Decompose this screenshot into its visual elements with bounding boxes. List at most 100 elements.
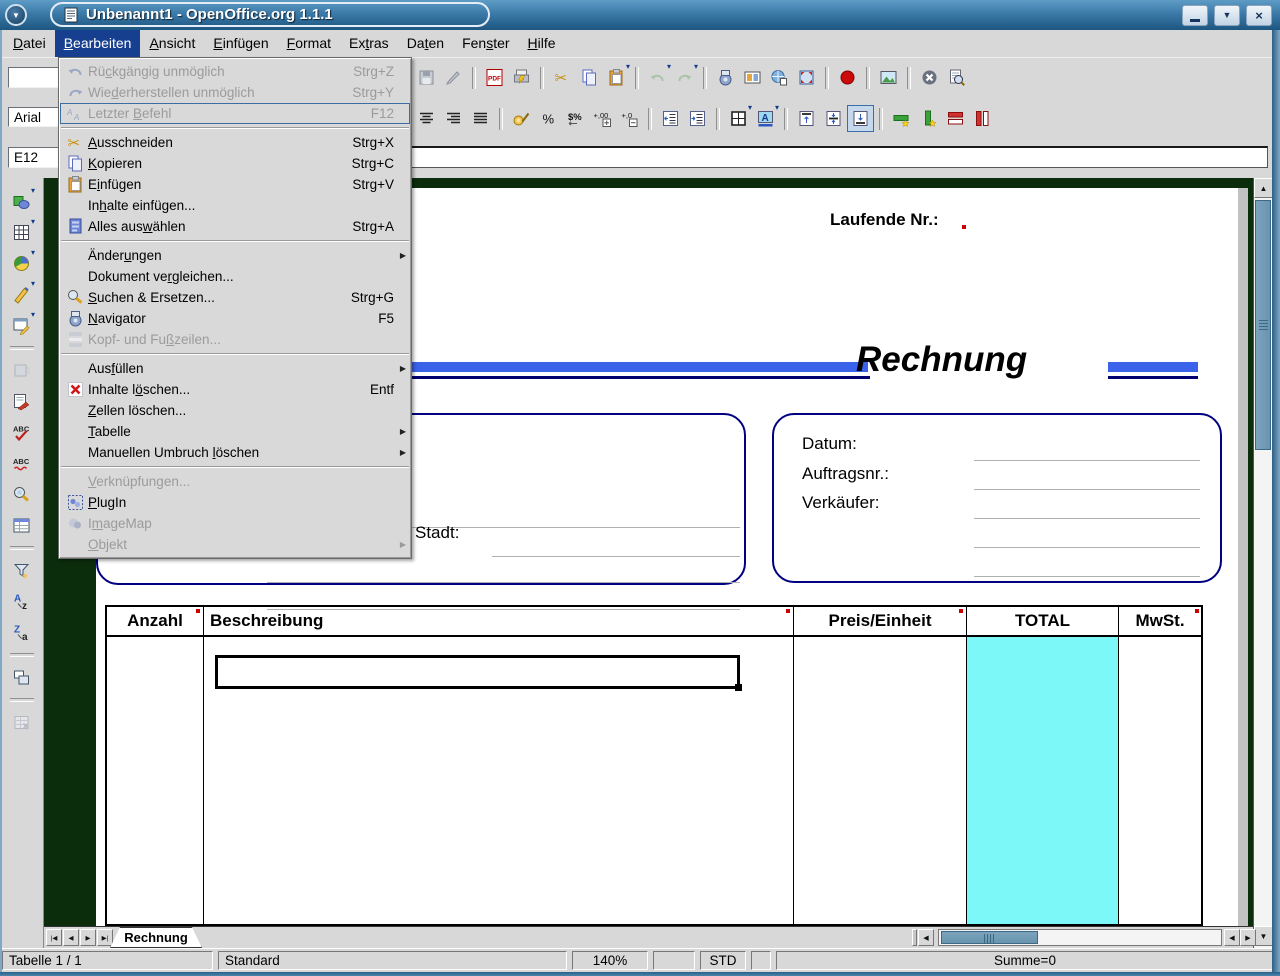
sheet-split-handle[interactable] (912, 929, 917, 946)
scroll-down-button[interactable]: ▼ (1254, 926, 1273, 946)
menu-item-navigator[interactable]: NavigatorF5 (60, 308, 410, 329)
find-icon[interactable] (8, 481, 35, 508)
menu-item-kopieren[interactable]: KopierenStrg+C (60, 153, 410, 174)
menu-item-änderungen[interactable]: Änderungen▶ (60, 245, 410, 266)
first-sheet-button[interactable]: |◀ (46, 929, 62, 946)
background-color-icon[interactable]: A▾ (752, 105, 779, 132)
autofilter-icon[interactable] (8, 557, 35, 584)
last-sheet-button[interactable]: ▶| (97, 929, 113, 946)
window-menu-button[interactable]: ▼ (5, 4, 27, 26)
scroll-right-button[interactable]: ▶ (1240, 929, 1256, 946)
status-cell[interactable] (653, 951, 695, 970)
previous-sheet-button[interactable]: ◀ (63, 929, 79, 946)
increase-indent-icon[interactable] (684, 105, 711, 132)
menu-item-dokument-vergleichen[interactable]: Dokument vergleichen... (60, 266, 410, 287)
vertical-scrollbar[interactable]: ▲ ▼ (1253, 178, 1272, 948)
menu-extras[interactable]: Extras (340, 30, 398, 57)
export-pdf-icon[interactable]: PDF (481, 64, 508, 91)
record-macro-icon[interactable] (834, 64, 861, 91)
dropdown-arrow-icon[interactable]: ▾ (31, 310, 35, 319)
sort-descending-icon[interactable]: Za (8, 619, 35, 646)
dropdown-arrow-icon[interactable]: ▾ (31, 217, 35, 226)
menu-bearbeiten[interactable]: Bearbeiten (55, 30, 141, 57)
add-decimal-icon[interactable]: +,00 (589, 105, 616, 132)
delete-decimal-icon[interactable]: +,0 (616, 105, 643, 132)
menu-hilfe[interactable]: Hilfe (519, 30, 565, 57)
titlebar[interactable]: ▼ Unbenannt1 - OpenOffice.org 1.1.1 ▼ × (0, 0, 1280, 31)
delete-column-icon[interactable] (969, 105, 996, 132)
menu-fenster[interactable]: Fenster (453, 30, 518, 57)
menu-item-einfügen[interactable]: EinfügenStrg+V (60, 174, 410, 195)
invoice-table[interactable]: AnzahlBeschreibungPreis/EinheitTOTALMwSt… (105, 605, 1203, 926)
delete-row-icon[interactable] (942, 105, 969, 132)
autospellcheck-icon[interactable]: ABC (8, 450, 35, 477)
insert-cells-icon[interactable]: ▾ (8, 219, 35, 246)
zoom-icon[interactable] (793, 64, 820, 91)
spellcheck-icon[interactable]: ABC (8, 419, 35, 446)
menu-einfgen[interactable]: Einfügen (204, 30, 277, 57)
navigator-icon[interactable] (712, 64, 739, 91)
column-header-anzahl[interactable]: Anzahl (107, 607, 204, 635)
dropdown-arrow-icon[interactable]: ▾ (31, 248, 35, 257)
status-cell[interactable] (751, 951, 771, 970)
close-button[interactable]: × (1246, 5, 1272, 26)
column-header-preiseinheit[interactable]: Preis/Einheit (794, 607, 967, 635)
paste-icon[interactable]: ▾ (603, 64, 630, 91)
scroll-left-button-2[interactable]: ◀ (1224, 929, 1240, 946)
insert-graphics-icon[interactable] (875, 64, 902, 91)
decrease-indent-icon[interactable] (657, 105, 684, 132)
align-justify-icon[interactable] (467, 105, 494, 132)
menu-item-manuellen-umbruch-löschen[interactable]: Manuellen Umbruch löschen▶ (60, 442, 410, 463)
selection-mode-indicator[interactable]: STD (700, 951, 746, 970)
align-right-icon[interactable] (440, 105, 467, 132)
menu-item-ausschneiden[interactable]: ✂AusschneidenStrg+X (60, 132, 410, 153)
menu-item-zellen-löschen[interactable]: Zellen löschen... (60, 400, 410, 421)
insert-row-icon[interactable] (888, 105, 915, 132)
menu-item-suchen-ersetzen[interactable]: Suchen & Ersetzen...Strg+G (60, 287, 410, 308)
sheet-indicator[interactable]: Tabelle 1 / 1 (2, 951, 213, 970)
menu-ansicht[interactable]: Ansicht (140, 30, 204, 57)
shade-button[interactable]: ▼ (1214, 5, 1240, 26)
align-top-icon[interactable] (793, 105, 820, 132)
menu-item-tabelle[interactable]: Tabelle▶ (60, 421, 410, 442)
scroll-left-button[interactable]: ◀ (918, 929, 934, 946)
print-icon[interactable] (508, 64, 535, 91)
quantity-column[interactable] (107, 637, 204, 924)
zoom-level[interactable]: 140% (572, 951, 648, 970)
gallery-icon[interactable] (739, 64, 766, 91)
dropdown-arrow-icon[interactable]: ▾ (31, 279, 35, 288)
borders-icon[interactable]: ▾ (725, 105, 752, 132)
currency-icon[interactable] (508, 105, 535, 132)
percent-icon[interactable]: % (535, 105, 562, 132)
align-bottom-icon[interactable] (847, 105, 874, 132)
menu-item-inhalte-löschen[interactable]: Inhalte löschen...Entf (60, 379, 410, 400)
standard-format-icon[interactable]: $% (562, 105, 589, 132)
vat-column[interactable] (1119, 637, 1201, 924)
group-icon[interactable] (8, 664, 35, 691)
insert-column-icon[interactable] (915, 105, 942, 132)
hyperlink-icon[interactable] (766, 64, 793, 91)
next-sheet-button[interactable]: ▶ (80, 929, 96, 946)
form-functions-icon[interactable]: ▾ (8, 312, 35, 339)
menu-item-alles-auswählen[interactable]: Alles auswählenStrg+A (60, 216, 410, 237)
cut-icon[interactable]: ✂ (549, 64, 576, 91)
insert-icon[interactable]: ▾ (8, 188, 35, 215)
sheet-tab-rechnung[interactable]: Rechnung (110, 927, 202, 948)
draw-functions-icon[interactable]: ▾ (8, 281, 35, 308)
horizontal-scroll-thumb[interactable] (941, 931, 1038, 944)
price-column[interactable] (794, 637, 967, 924)
column-header-mwst[interactable]: MwSt. (1119, 607, 1201, 635)
dropdown-arrow-icon[interactable]: ▾ (775, 103, 779, 112)
page-preview-icon[interactable] (943, 64, 970, 91)
column-header-total[interactable]: TOTAL (967, 607, 1119, 635)
dropdown-arrow-icon[interactable]: ▾ (694, 62, 698, 71)
menu-item-plugin[interactable]: PlugIn (60, 492, 410, 513)
description-column[interactable] (204, 637, 794, 924)
sort-ascending-icon[interactable]: Az (8, 588, 35, 615)
menu-item-ausfüllen[interactable]: Ausfüllen▶ (60, 358, 410, 379)
align-middle-icon[interactable] (820, 105, 847, 132)
vertical-scroll-thumb[interactable] (1255, 200, 1271, 450)
sum-indicator[interactable]: Summe=0 (776, 951, 1274, 970)
dropdown-arrow-icon[interactable]: ▾ (626, 62, 630, 71)
page-style-indicator[interactable]: Standard (218, 951, 567, 970)
